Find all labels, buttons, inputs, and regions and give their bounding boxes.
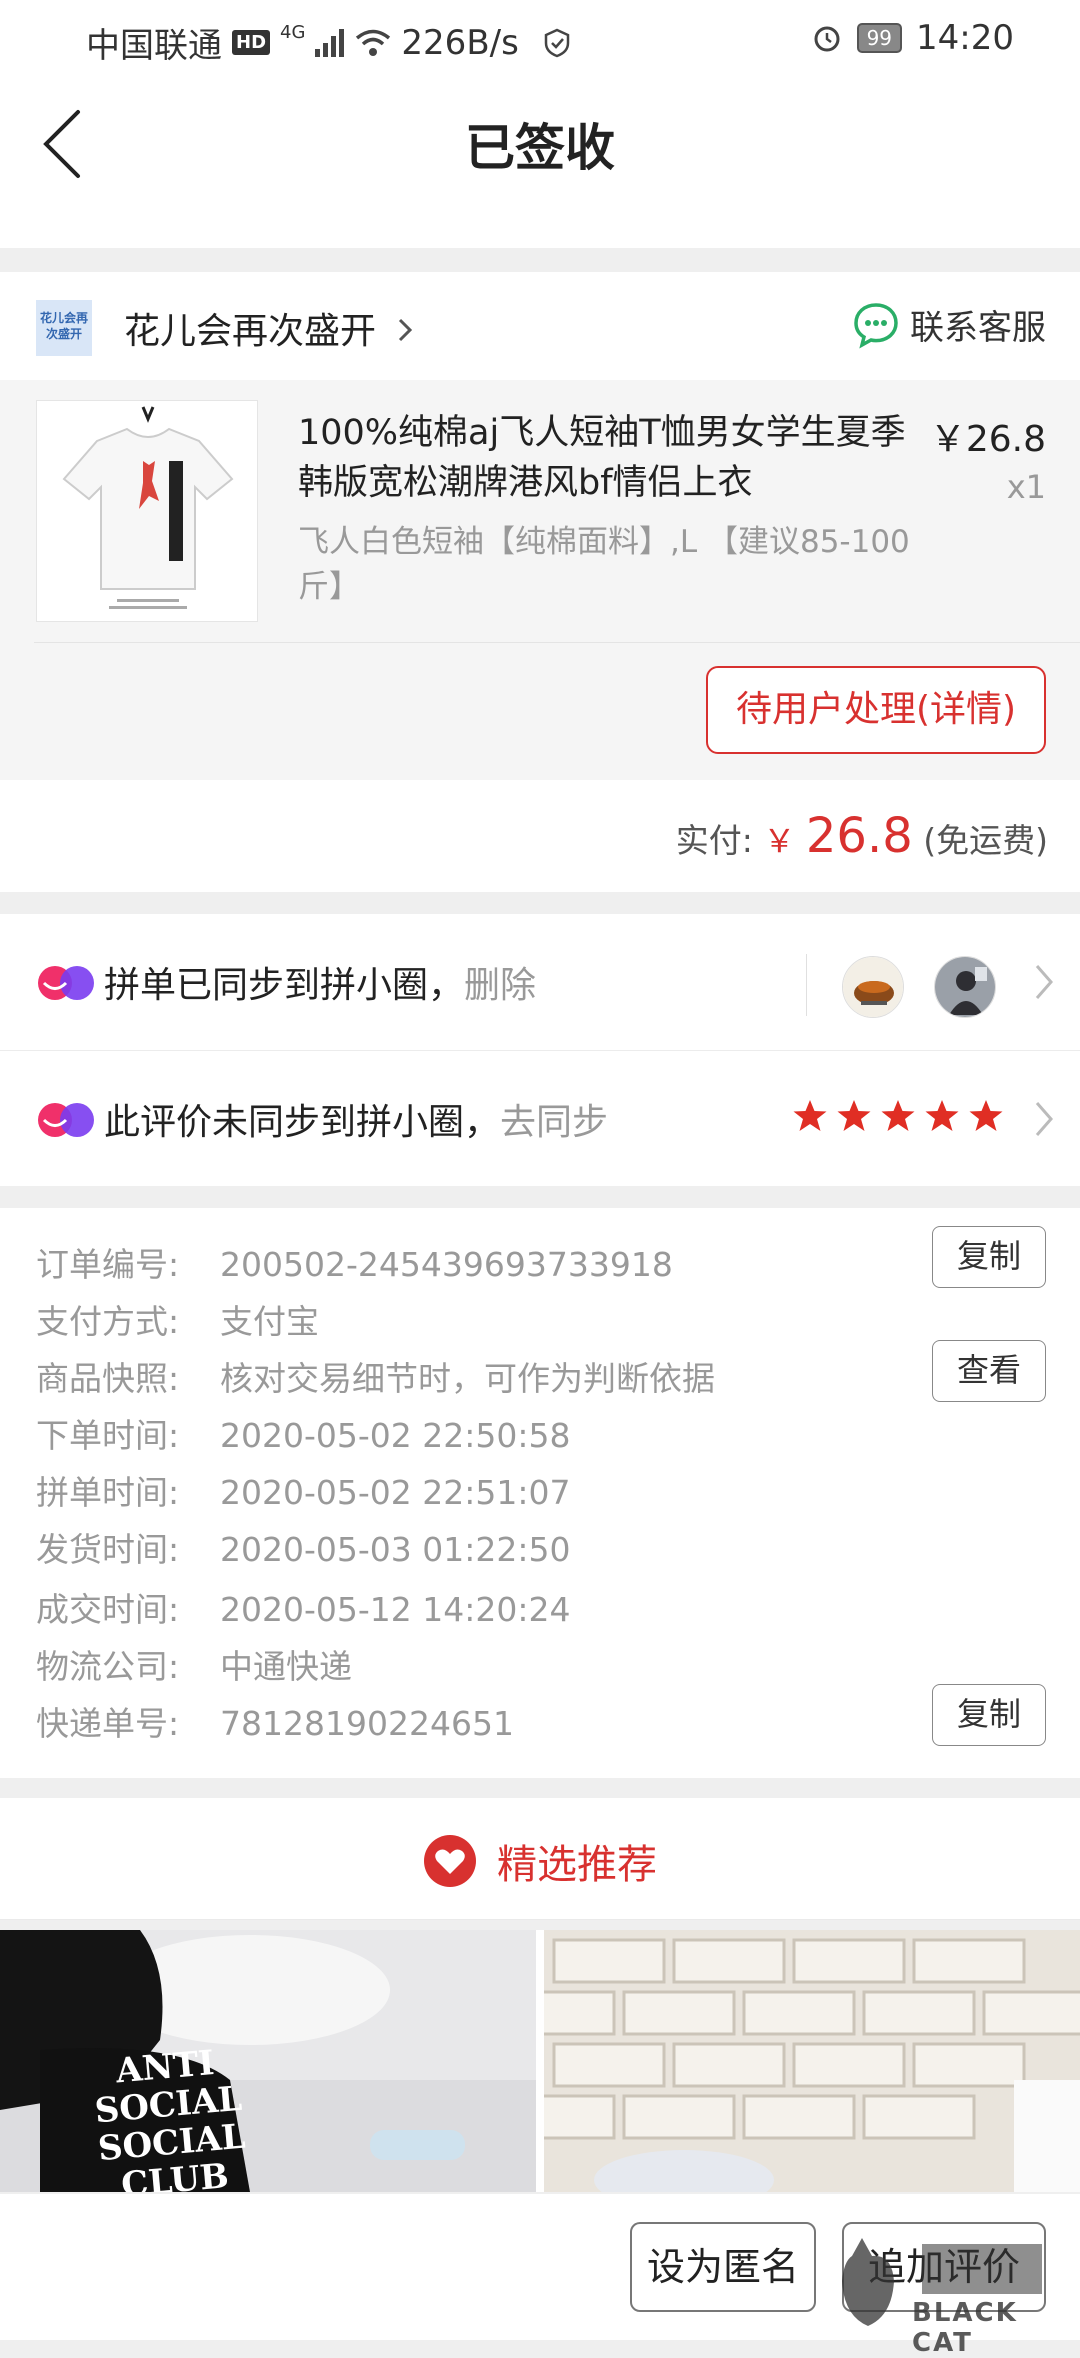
order-card: 花儿会再次盛开 花儿会再次盛开 联系客服 100%纯棉aj飞人短袖T恤男女学生夏…	[0, 272, 1080, 780]
shield-check-icon	[544, 28, 570, 57]
currency-symbol: ￥	[763, 822, 796, 860]
pinxiaoquan-section: 拼单已同步到拼小圈，删除 此评价未同步到拼小圈，去同步	[0, 914, 1080, 1186]
recommend-title: 精选推荐	[497, 1842, 657, 1888]
product-photo	[544, 1930, 1080, 2192]
star-icon	[881, 1100, 915, 1131]
vertical-divider	[806, 954, 807, 1016]
info-value: 中通快递	[220, 1647, 352, 1686]
paid-label: 实付:	[675, 821, 753, 860]
info-value: 核对交易细节时，可作为判断依据	[220, 1359, 715, 1398]
pxq-review-row[interactable]: 此评价未同步到拼小圈，去同步	[0, 1050, 1080, 1186]
store-header: 花儿会再次盛开 花儿会再次盛开 联系客服	[0, 272, 1080, 380]
pxq-synced-text: 拼单已同步到拼小圈，	[104, 965, 465, 1006]
avatar[interactable]	[934, 956, 996, 1018]
info-label: 商品快照:	[36, 1359, 180, 1398]
copy-order-number-button[interactable]: 复制	[932, 1226, 1046, 1288]
wifi-icon	[356, 29, 391, 56]
info-row-tracking-number: 快递单号: 78128190224651	[36, 1697, 514, 1745]
info-value: 2020-05-02 22:51:07	[220, 1473, 571, 1512]
chat-bubble-icon	[854, 302, 898, 348]
recommend-tile[interactable]	[544, 1930, 1080, 2192]
info-value: 支付宝	[220, 1302, 319, 1341]
info-value: 78128190224651	[220, 1704, 514, 1743]
star-icon	[793, 1100, 827, 1131]
watermark-logo: BLACK CAT	[832, 2236, 1062, 2358]
store-name: 花儿会再次盛开	[124, 311, 377, 352]
anonymous-button[interactable]: 设为匿名	[630, 2222, 816, 2312]
info-label: 快递单号:	[36, 1704, 180, 1743]
payment-summary: 实付: ￥ 26.8 (免运费)	[0, 780, 1080, 892]
hd-icon: HD	[232, 30, 271, 55]
product-image[interactable]	[36, 400, 258, 622]
info-label: 成交时间:	[36, 1590, 180, 1629]
chevron-right-icon	[1035, 965, 1053, 999]
view-snapshot-button[interactable]: 查看	[932, 1340, 1046, 1402]
signal-icon	[315, 28, 345, 57]
carrier-label: 中国联通	[86, 26, 222, 66]
info-value: 2020-05-03 01:22:50	[220, 1530, 571, 1569]
info-row-snapshot: 商品快照: 核对交易细节时，可作为判断依据	[36, 1352, 715, 1400]
status-bar: 中国联通 HD 4G 226B/s 99 14:20	[0, 0, 1080, 78]
info-row-carrier: 物流公司: 中通快递	[36, 1640, 352, 1688]
star-icon	[837, 1100, 871, 1131]
chevron-right-icon	[1035, 1102, 1053, 1136]
alarm-icon	[814, 26, 840, 52]
product-title: 100%纯棉aj飞人短袖T恤男女学生夏季韩版宽松潮牌港风bf情侣上衣	[298, 413, 906, 503]
shipping-note: (免运费)	[923, 821, 1048, 860]
pxq-delete-link[interactable]: 删除	[464, 965, 536, 1006]
store-logo[interactable]: 花儿会再次盛开	[36, 300, 92, 356]
info-row-complete-time: 成交时间: 2020-05-12 14:20:24	[36, 1583, 570, 1631]
watermark-text: BLACK CAT	[912, 2298, 1018, 2358]
avatar[interactable]	[842, 956, 904, 1018]
pinxiaoquan-icon	[38, 966, 94, 1000]
heart-badge-icon	[424, 1835, 476, 1887]
page-header: 已签收	[0, 78, 1080, 248]
clock: 14:20	[916, 18, 1014, 58]
product-spec: 飞人白色短袖【纯棉面料】,L 【建议85-100斤】	[298, 524, 910, 605]
pxq-unsynced-text: 此评价未同步到拼小圈，	[104, 1102, 501, 1143]
product-item[interactable]: 100%纯棉aj飞人短袖T恤男女学生夏季韩版宽松潮牌港风bf情侣上衣 飞人白色短…	[0, 380, 1080, 642]
recommend-tile[interactable]: ANTI SOCIAL SOCIAL CLUB	[0, 1930, 536, 2192]
pxq-sync-row[interactable]: 拼单已同步到拼小圈，删除	[0, 914, 1080, 1050]
pending-user-action-button[interactable]: 待用户处理(详情)	[706, 666, 1046, 754]
order-info: 订单编号: 200502-245439693733918 复制 支付方式: 支付宝 …	[0, 1208, 1080, 1778]
product-price: ￥26.8	[929, 419, 1046, 460]
info-label: 物流公司:	[36, 1647, 180, 1686]
info-row-order-number: 订单编号: 200502-245439693733918	[36, 1238, 673, 1286]
info-row-ship-time: 发货时间: 2020-05-03 01:22:50	[36, 1523, 570, 1571]
chevron-right-icon	[399, 318, 413, 342]
info-row-group-time: 拼单时间: 2020-05-02 22:51:07	[36, 1466, 570, 1514]
store-name-link[interactable]: 花儿会再次盛开	[124, 302, 415, 354]
info-label: 拼单时间:	[36, 1473, 180, 1512]
info-label: 发货时间:	[36, 1530, 180, 1569]
info-label: 订单编号:	[36, 1245, 180, 1284]
info-row-payment-method: 支付方式: 支付宝	[36, 1295, 319, 1343]
shirt-print-text: ANTI SOCIAL SOCIAL CLUB	[93, 2042, 247, 2192]
recommend-grid: ANTI SOCIAL SOCIAL CLUB	[0, 1930, 1080, 2192]
page-title: 已签收	[465, 119, 615, 177]
product-quantity: x1	[1006, 468, 1046, 506]
info-value: 2020-05-02 22:50:58	[220, 1416, 571, 1455]
tshirt-image	[62, 406, 234, 609]
rating-stars	[792, 1099, 1004, 1133]
paid-amount: 26.8	[805, 808, 913, 864]
contact-service-label: 联系客服	[910, 308, 1046, 348]
info-value: 2020-05-12 14:20:24	[220, 1590, 571, 1629]
copy-tracking-number-button[interactable]: 复制	[932, 1684, 1046, 1746]
info-label: 下单时间:	[36, 1416, 180, 1455]
info-label: 支付方式:	[36, 1302, 180, 1341]
contact-service-button[interactable]: 联系客服	[852, 300, 1046, 349]
battery-icon: 99	[856, 23, 903, 53]
network-label: 4G	[280, 22, 306, 43]
star-icon	[925, 1100, 959, 1131]
pxq-sync-link[interactable]: 去同步	[500, 1102, 608, 1143]
divider	[34, 642, 1080, 643]
recommend-header: 精选推荐	[0, 1798, 1080, 1920]
pinxiaoquan-icon	[38, 1103, 94, 1137]
network-speed: 226B/s	[401, 22, 519, 63]
star-icon	[969, 1100, 1003, 1131]
info-row-order-time: 下单时间: 2020-05-02 22:50:58	[36, 1409, 570, 1457]
info-value: 200502-245439693733918	[220, 1245, 673, 1284]
